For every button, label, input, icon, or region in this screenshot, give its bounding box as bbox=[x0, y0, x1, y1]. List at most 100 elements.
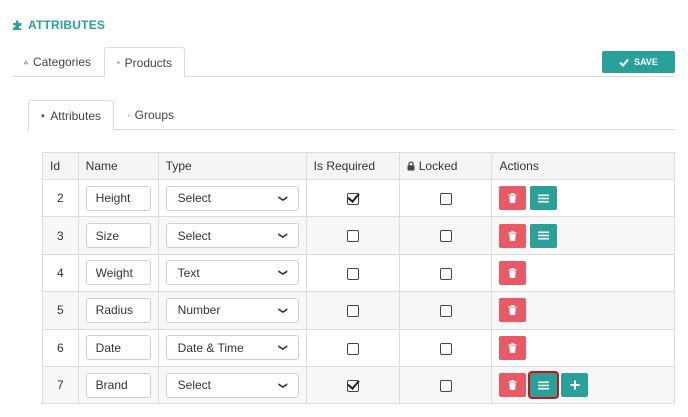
table-row: 4 Text ❯ bbox=[42, 253, 675, 293]
cell-name bbox=[77, 216, 159, 255]
delete-button[interactable] bbox=[499, 298, 527, 323]
cell-id: 7 bbox=[42, 365, 79, 405]
sub-tab-bar: Attributes Groups bbox=[28, 100, 675, 131]
top-tab-bar: Categories Products bbox=[12, 47, 675, 78]
header-actions: Actions bbox=[491, 152, 675, 180]
cell-required bbox=[305, 365, 400, 405]
type-select-value: Number bbox=[177, 303, 221, 318]
cell-actions bbox=[491, 365, 675, 405]
delete-button[interactable] bbox=[499, 335, 527, 360]
header-id: Id bbox=[42, 152, 79, 180]
locked-checkbox[interactable] bbox=[439, 379, 452, 392]
cell-actions bbox=[491, 253, 675, 293]
cell-type: Text ❯ bbox=[157, 253, 307, 293]
type-select[interactable]: Select ❯ bbox=[165, 185, 299, 211]
header-name: Name bbox=[77, 152, 159, 180]
delete-button[interactable] bbox=[499, 223, 527, 248]
cell-type: Select ❯ bbox=[157, 216, 307, 255]
tab-label: Groups bbox=[134, 108, 174, 122]
save-label: SAVE bbox=[634, 57, 658, 67]
name-input[interactable] bbox=[85, 185, 151, 211]
locked-checkbox[interactable] bbox=[439, 230, 452, 243]
table-row: 2 Select ❯ bbox=[42, 178, 675, 218]
row-actions bbox=[499, 298, 667, 323]
cell-locked bbox=[398, 178, 493, 218]
header-type: Type bbox=[157, 152, 307, 180]
required-checkbox[interactable] bbox=[346, 267, 359, 280]
cell-name bbox=[77, 328, 159, 367]
cell-id: 5 bbox=[42, 291, 79, 330]
add-button[interactable] bbox=[561, 373, 589, 398]
row-actions bbox=[499, 373, 667, 398]
type-select-value: Date & Time bbox=[177, 340, 244, 355]
cell-required bbox=[305, 178, 400, 218]
attributes-table: Id Name Type Is Required Locked Actions … bbox=[42, 152, 675, 405]
type-select-value: Select bbox=[177, 378, 212, 393]
table-row: 6 Date & Time ❯ bbox=[42, 328, 675, 367]
chevron-down-icon: ❯ bbox=[278, 194, 289, 202]
cell-required bbox=[305, 216, 400, 255]
lock-icon bbox=[407, 161, 415, 171]
plus-icon bbox=[570, 380, 580, 390]
cell-type: Date & Time ❯ bbox=[157, 328, 307, 367]
name-input[interactable] bbox=[85, 297, 151, 323]
required-checkbox[interactable] bbox=[346, 305, 359, 318]
type-select[interactable]: Select ❯ bbox=[165, 223, 299, 249]
name-input[interactable] bbox=[85, 335, 151, 361]
chevron-down-icon: ❯ bbox=[278, 269, 289, 277]
cell-type: Select ❯ bbox=[157, 365, 307, 405]
cell-name bbox=[77, 253, 159, 293]
header-required: Is Required bbox=[305, 152, 400, 180]
options-button[interactable] bbox=[530, 223, 558, 248]
check-icon bbox=[619, 58, 629, 67]
row-actions bbox=[499, 260, 667, 285]
table-header-row: Id Name Type Is Required Locked Actions bbox=[42, 152, 675, 180]
save-button[interactable]: SAVE bbox=[602, 51, 675, 73]
delete-button[interactable] bbox=[499, 260, 527, 285]
tab-label: Categories bbox=[32, 55, 91, 69]
trash-icon bbox=[508, 305, 517, 316]
cell-locked bbox=[398, 291, 493, 330]
cell-required bbox=[305, 328, 400, 367]
required-checkbox[interactable] bbox=[346, 230, 359, 243]
tab-attributes[interactable]: Attributes bbox=[28, 100, 114, 131]
required-checkbox[interactable] bbox=[346, 193, 359, 206]
type-select-value: Text bbox=[177, 265, 200, 280]
type-select[interactable]: Number ❯ bbox=[165, 297, 299, 323]
cell-id: 2 bbox=[42, 178, 79, 218]
row-actions bbox=[499, 223, 667, 248]
tab-products[interactable]: Products bbox=[104, 47, 185, 78]
cell-type: Select ❯ bbox=[157, 178, 307, 218]
delete-button[interactable] bbox=[499, 373, 527, 398]
locked-checkbox[interactable] bbox=[439, 342, 452, 355]
cell-required bbox=[305, 291, 400, 330]
type-select[interactable]: Text ❯ bbox=[165, 260, 299, 286]
type-select[interactable]: Date & Time ❯ bbox=[165, 335, 299, 361]
locked-checkbox[interactable] bbox=[439, 267, 452, 280]
header-locked-label: Locked bbox=[418, 159, 458, 173]
chevron-down-icon: ❯ bbox=[278, 231, 289, 240]
required-checkbox[interactable] bbox=[346, 379, 359, 392]
required-checkbox[interactable] bbox=[346, 342, 359, 355]
options-button[interactable] bbox=[530, 373, 558, 398]
tab-groups[interactable]: Groups bbox=[116, 100, 186, 130]
type-select[interactable]: Select ❯ bbox=[165, 372, 299, 398]
cell-actions bbox=[491, 178, 675, 218]
cell-required bbox=[305, 253, 400, 293]
cell-actions bbox=[491, 216, 675, 255]
name-input[interactable] bbox=[85, 260, 151, 286]
sitemap-icon bbox=[24, 60, 28, 64]
name-input[interactable] bbox=[85, 372, 151, 398]
options-button[interactable] bbox=[530, 186, 558, 211]
chevron-down-icon: ❯ bbox=[278, 306, 289, 315]
cell-locked bbox=[398, 328, 493, 367]
tab-categories[interactable]: Categories bbox=[12, 47, 103, 77]
locked-checkbox[interactable] bbox=[439, 305, 452, 318]
delete-button[interactable] bbox=[499, 186, 527, 211]
name-input[interactable] bbox=[85, 223, 151, 249]
locked-checkbox[interactable] bbox=[439, 193, 452, 206]
chevron-down-icon: ❯ bbox=[278, 381, 289, 389]
cube-icon bbox=[128, 114, 130, 116]
cell-locked bbox=[398, 216, 493, 255]
cell-id: 6 bbox=[42, 328, 79, 367]
